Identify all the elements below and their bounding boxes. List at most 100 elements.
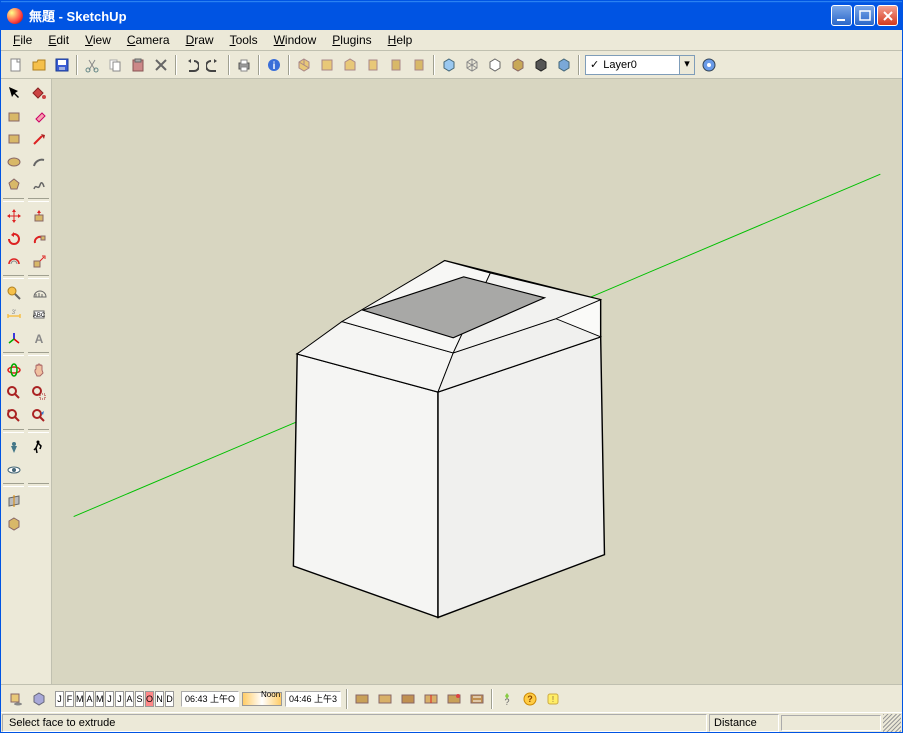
month-o[interactable]: O — [145, 691, 154, 707]
menu-tools[interactable]: Tools — [222, 31, 266, 49]
distance-value[interactable] — [781, 715, 881, 731]
month-j[interactable]: J — [55, 691, 64, 707]
copy-icon[interactable] — [104, 54, 126, 76]
close-button[interactable] — [877, 5, 898, 26]
menu-camera[interactable]: Camera — [119, 31, 178, 49]
viewport-canvas[interactable] — [52, 79, 902, 684]
move-tool-icon[interactable] — [2, 204, 25, 227]
xray-icon[interactable] — [438, 54, 460, 76]
line-tool-icon[interactable] — [27, 127, 50, 150]
rectangle-tool-icon[interactable] — [2, 127, 25, 150]
scale-tool-icon[interactable] — [27, 250, 50, 273]
zoom-window-icon[interactable] — [27, 381, 50, 404]
shaded-icon[interactable] — [507, 54, 529, 76]
menu-file[interactable]: File — [5, 31, 40, 49]
month-j2[interactable]: J — [105, 691, 114, 707]
month-m[interactable]: M — [75, 691, 84, 707]
month-timeline[interactable]: J F M A M J J A S O N D — [55, 691, 174, 707]
walk-tool-icon[interactable] — [27, 435, 50, 458]
paste-icon[interactable] — [127, 54, 149, 76]
text-tool-icon[interactable]: ABC — [27, 304, 50, 327]
front-view-icon[interactable] — [339, 54, 361, 76]
open-file-icon[interactable] — [28, 54, 50, 76]
zoom-extents-icon[interactable] — [2, 404, 25, 427]
pushpull-tool-icon[interactable] — [27, 204, 50, 227]
dimension-tool-icon[interactable]: 3' — [2, 304, 25, 327]
wireframe-icon[interactable] — [461, 54, 483, 76]
menu-help[interactable]: Help — [380, 31, 421, 49]
model-info-icon[interactable]: i — [263, 54, 285, 76]
rotate-tool-icon[interactable] — [2, 227, 25, 250]
style5-icon[interactable] — [443, 688, 465, 710]
help-context-icon[interactable]: ? — [496, 688, 518, 710]
position-camera-icon[interactable] — [2, 435, 25, 458]
layer-dropdown[interactable]: ✓ Layer0 ▾ — [585, 55, 695, 75]
arc-tool-icon[interactable] — [27, 150, 50, 173]
section-plane-icon[interactable] — [2, 489, 25, 512]
component-tool-icon[interactable] — [2, 104, 25, 127]
offset-tool-icon[interactable] — [2, 250, 25, 273]
style3-icon[interactable] — [397, 688, 419, 710]
menu-view[interactable]: View — [77, 31, 119, 49]
tape-measure-icon[interactable] — [2, 281, 25, 304]
style6-icon[interactable] — [466, 688, 488, 710]
right-view-icon[interactable] — [362, 54, 384, 76]
style1-icon[interactable] — [351, 688, 373, 710]
maximize-button[interactable] — [854, 5, 875, 26]
shadow-settings-icon[interactable] — [28, 688, 50, 710]
new-file-icon[interactable] — [5, 54, 27, 76]
select-tool-icon[interactable] — [2, 81, 25, 104]
shadow-toggle-icon[interactable] — [5, 688, 27, 710]
followme-tool-icon[interactable] — [27, 227, 50, 250]
polygon-tool-icon[interactable] — [2, 173, 25, 196]
3dtext-tool-icon[interactable]: A — [27, 327, 50, 350]
menu-draw[interactable]: Draw — [178, 31, 222, 49]
style2-icon[interactable] — [374, 688, 396, 710]
time-slider[interactable]: Noon — [242, 692, 282, 706]
axes-tool-icon[interactable] — [2, 327, 25, 350]
circle-tool-icon[interactable] — [2, 150, 25, 173]
style4-icon[interactable] — [420, 688, 442, 710]
zoom-tool-icon[interactable] — [2, 381, 25, 404]
help-icon[interactable]: ? — [519, 688, 541, 710]
save-icon[interactable] — [51, 54, 73, 76]
month-m2[interactable]: M — [95, 691, 104, 707]
undo-icon[interactable] — [180, 54, 202, 76]
get-models-icon[interactable] — [2, 512, 25, 535]
month-s[interactable]: S — [135, 691, 144, 707]
month-a[interactable]: A — [85, 691, 94, 707]
look-around-icon[interactable] — [2, 458, 25, 481]
resize-grip-icon[interactable] — [883, 714, 901, 732]
top-view-icon[interactable] — [316, 54, 338, 76]
month-j3[interactable]: J — [115, 691, 124, 707]
left-view-icon[interactable] — [408, 54, 430, 76]
orbit-tool-icon[interactable] — [2, 358, 25, 381]
month-d[interactable]: D — [165, 691, 174, 707]
paint-bucket-icon[interactable] — [27, 81, 50, 104]
menu-plugins[interactable]: Plugins — [324, 31, 379, 49]
previous-view-icon[interactable] — [27, 404, 50, 427]
month-n[interactable]: N — [155, 691, 164, 707]
layer-manager-icon[interactable] — [698, 54, 720, 76]
month-f[interactable]: F — [65, 691, 74, 707]
pan-tool-icon[interactable] — [27, 358, 50, 381]
print-icon[interactable] — [233, 54, 255, 76]
titlebar[interactable]: 無題 - SketchUp — [1, 1, 902, 30]
cut-icon[interactable] — [81, 54, 103, 76]
menu-edit[interactable]: Edit — [40, 31, 77, 49]
menu-window[interactable]: Window — [266, 31, 325, 49]
month-a2[interactable]: A — [125, 691, 134, 707]
shaded-textures-icon[interactable] — [530, 54, 552, 76]
hiddenline-icon[interactable] — [484, 54, 506, 76]
section-display-icon[interactable] — [27, 489, 50, 512]
iso-view-icon[interactable] — [293, 54, 315, 76]
redo-icon[interactable] — [203, 54, 225, 76]
back-view-icon[interactable] — [385, 54, 407, 76]
eraser-tool-icon[interactable] — [27, 104, 50, 127]
protractor-tool-icon[interactable] — [27, 281, 50, 304]
freehand-tool-icon[interactable] — [27, 173, 50, 196]
delete-icon[interactable] — [150, 54, 172, 76]
instructor-icon[interactable]: ! — [542, 688, 564, 710]
monochrome-icon[interactable] — [553, 54, 575, 76]
minimize-button[interactable] — [831, 5, 852, 26]
